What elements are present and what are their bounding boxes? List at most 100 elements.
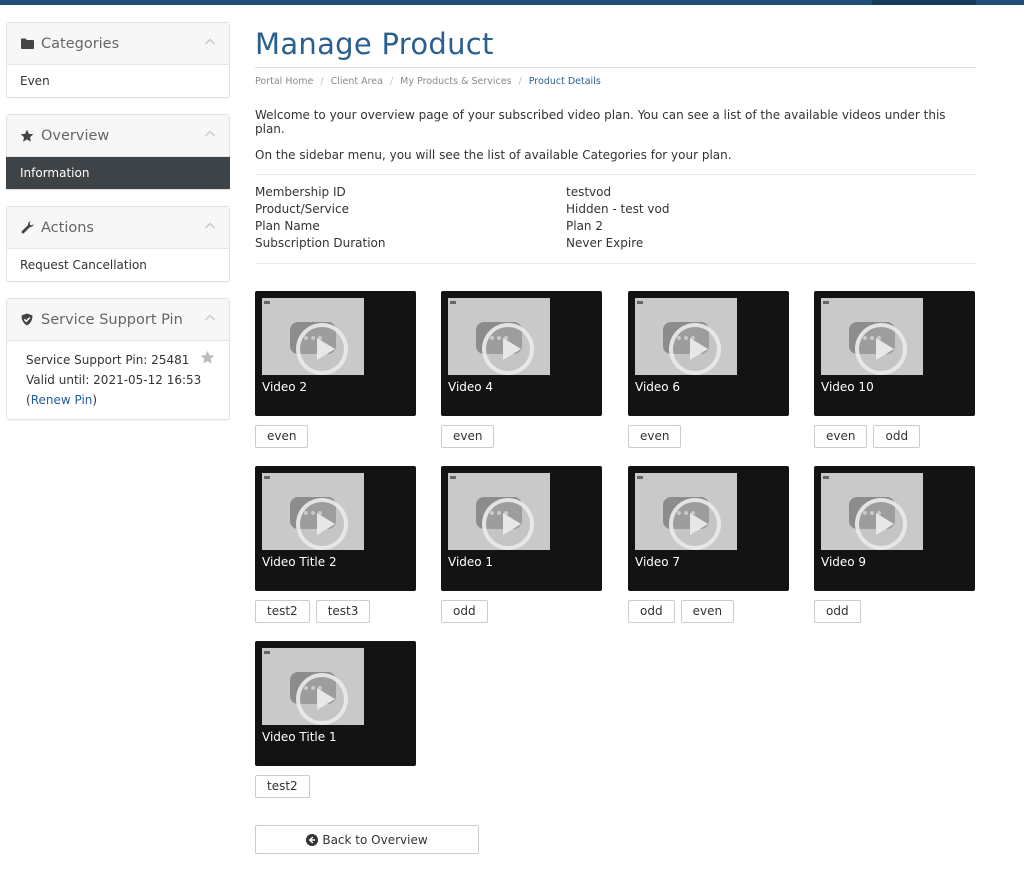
video-card[interactable]: Video Title 2 xyxy=(255,466,416,591)
renew-pin-link[interactable]: Renew Pin xyxy=(31,393,93,407)
play-icon[interactable] xyxy=(855,323,907,375)
tag-button[interactable]: test3 xyxy=(315,600,371,623)
play-icon[interactable] xyxy=(669,498,721,550)
video-card[interactable]: Video 6 xyxy=(628,291,789,416)
video-card[interactable]: Video Title 1 xyxy=(255,641,416,766)
tag-button[interactable]: even xyxy=(814,425,868,448)
breadcrumb-client-area[interactable]: Client Area xyxy=(331,76,383,88)
video-card[interactable]: Video 9 xyxy=(814,466,975,591)
chevron-up-icon[interactable] xyxy=(204,313,216,323)
chevron-up-icon[interactable] xyxy=(204,129,216,139)
sidebar-item-request-cancellation[interactable]: Request Cancellation xyxy=(20,249,216,281)
detail-value: Never Expire xyxy=(566,236,644,250)
video-title: Video Title 2 xyxy=(262,555,337,569)
renew-pin-wrap: (Renew Pin) xyxy=(26,393,98,407)
play-icon[interactable] xyxy=(296,323,348,375)
video-tags: even xyxy=(441,425,500,448)
detail-label: Subscription Duration xyxy=(255,236,386,250)
shield-check-icon xyxy=(20,313,34,327)
divider xyxy=(255,174,976,175)
breadcrumb-portal-home[interactable]: Portal Home xyxy=(255,76,313,88)
folder-icon xyxy=(20,37,34,51)
tag-button[interactable]: odd xyxy=(628,600,675,623)
thumbnail-marker xyxy=(450,301,456,304)
detail-row: Membership ID testvod xyxy=(255,184,976,201)
video-card[interactable]: Video 1 xyxy=(441,466,602,591)
tag-button[interactable]: odd xyxy=(441,600,488,623)
actions-panel-header[interactable]: Actions xyxy=(7,207,229,249)
overview-panel-title: Overview xyxy=(41,127,110,144)
tag-button[interactable]: even xyxy=(441,425,495,448)
video-card[interactable]: Video 2 xyxy=(255,291,416,416)
video-card[interactable]: Video 7 xyxy=(628,466,789,591)
star-icon xyxy=(20,129,34,143)
video-title: Video 7 xyxy=(635,555,681,569)
chevron-up-icon[interactable] xyxy=(204,221,216,231)
breadcrumb-separator: / xyxy=(518,76,522,87)
detail-value: Plan 2 xyxy=(566,219,603,233)
tag-button[interactable]: test2 xyxy=(255,775,310,798)
sidebar: Categories Even Overview Information Act… xyxy=(6,22,230,436)
back-to-overview-label: Back to Overview xyxy=(322,832,428,847)
subscription-details: Membership ID testvod Product/Service Hi… xyxy=(255,184,976,252)
breadcrumb: Portal Home / Client Area / My Products … xyxy=(255,76,976,88)
tag-button[interactable]: even xyxy=(680,600,735,623)
tag-button[interactable]: odd xyxy=(873,425,921,448)
play-icon[interactable] xyxy=(482,323,534,375)
detail-row: Subscription Duration Never Expire xyxy=(255,235,976,252)
detail-row: Product/Service Hidden - test vod xyxy=(255,201,976,218)
main-content: Manage Product Portal Home / Client Area… xyxy=(255,22,976,264)
tag-button[interactable]: even xyxy=(255,425,309,448)
play-icon[interactable] xyxy=(855,498,907,550)
thumbnail-marker xyxy=(823,301,829,304)
tag-button[interactable]: odd xyxy=(814,600,861,623)
video-title: Video 1 xyxy=(448,555,494,569)
top-accent-bar xyxy=(0,0,1024,5)
thumbnail-marker xyxy=(637,301,643,304)
detail-row: Plan Name Plan 2 xyxy=(255,218,976,235)
arrow-circle-left-icon xyxy=(306,833,319,846)
back-to-overview-button[interactable]: Back to Overview xyxy=(255,825,479,854)
actions-panel: Actions Request Cancellation xyxy=(6,206,230,282)
chevron-up-icon[interactable] xyxy=(204,37,216,47)
star-icon[interactable] xyxy=(200,350,215,365)
breadcrumb-separator: / xyxy=(320,76,324,87)
actions-panel-title: Actions xyxy=(41,219,94,236)
tag-button[interactable]: even xyxy=(628,425,682,448)
play-icon[interactable] xyxy=(296,498,348,550)
video-tags: odd xyxy=(441,600,494,623)
play-icon[interactable] xyxy=(482,498,534,550)
service-pin-panel: Service Support Pin Service Support Pin:… xyxy=(6,298,230,420)
pin-valid-until: Valid until: 2021-05-12 16:53 xyxy=(26,373,202,387)
wrench-icon xyxy=(20,221,34,235)
video-tags: test2 test3 xyxy=(255,600,376,623)
video-card[interactable]: Video 10 xyxy=(814,291,975,416)
video-title: Video Title 1 xyxy=(262,730,337,744)
tag-button[interactable]: test2 xyxy=(255,600,310,623)
video-card[interactable]: Video 4 xyxy=(441,291,602,416)
detail-label: Product/Service xyxy=(255,202,349,216)
breadcrumb-my-products[interactable]: My Products & Services xyxy=(400,76,511,88)
video-title: Video 9 xyxy=(821,555,867,569)
title-divider xyxy=(255,67,976,68)
thumbnail-marker xyxy=(264,476,270,479)
intro-text: Welcome to your overview page of your su… xyxy=(255,108,976,162)
detail-label: Plan Name xyxy=(255,219,320,233)
play-icon[interactable] xyxy=(669,323,721,375)
overview-panel-header[interactable]: Overview xyxy=(7,115,229,157)
sidebar-item-even[interactable]: Even xyxy=(20,65,216,97)
service-pin-panel-title: Service Support Pin xyxy=(41,311,183,328)
play-icon[interactable] xyxy=(296,673,348,725)
service-pin-panel-header[interactable]: Service Support Pin xyxy=(7,299,229,341)
video-tags: odd even xyxy=(628,600,740,623)
breadcrumb-separator: / xyxy=(389,76,394,87)
top-accent-segment xyxy=(872,0,976,5)
sidebar-item-information[interactable]: Information xyxy=(6,157,230,189)
thumbnail-marker xyxy=(264,301,270,304)
detail-label: Membership ID xyxy=(255,185,346,199)
thumbnail-marker xyxy=(637,476,643,479)
video-tags: odd xyxy=(814,600,867,623)
detail-value: Hidden - test vod xyxy=(566,202,670,216)
categories-panel-header[interactable]: Categories xyxy=(7,23,229,65)
video-tags: test2 xyxy=(255,775,316,798)
